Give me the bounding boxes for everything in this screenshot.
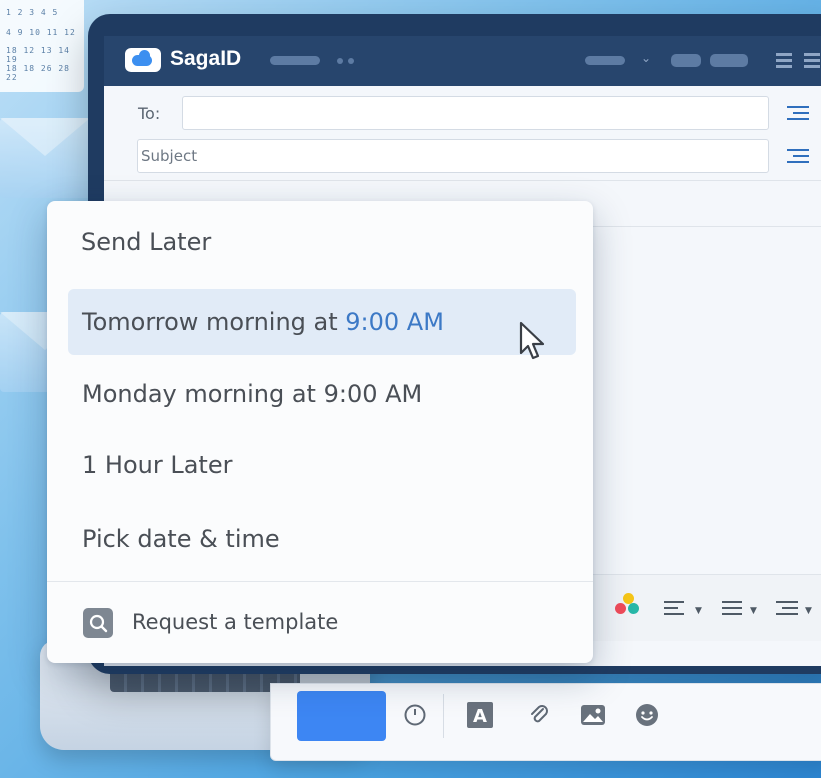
titlebar-placeholder: [270, 56, 320, 65]
attachment-icon[interactable]: [526, 702, 552, 728]
calendar-row: 18 18 26 28 22: [6, 64, 70, 82]
titlebar-button[interactable]: [710, 54, 748, 67]
subject-row: [104, 136, 821, 180]
titlebar-menu[interactable]: [585, 56, 625, 65]
request-template-button[interactable]: Request a template: [81, 605, 401, 641]
chevron-down-icon[interactable]: ⌄: [641, 51, 651, 65]
to-label: To:: [138, 104, 161, 123]
chevron-down-icon[interactable]: ▼: [805, 606, 812, 616]
menu-item-tomorrow-morning[interactable]: Tomorrow morning at 9:00 AM: [68, 289, 576, 355]
calendar-row: 1 2 3 4 5: [6, 8, 59, 17]
send-button[interactable]: [297, 691, 386, 741]
calendar-row: 18 12 13 14 19: [6, 46, 70, 64]
app-name: SagaID: [170, 47, 242, 70]
menu-item-label: Tomorrow morning at: [82, 308, 346, 336]
header-divider: [104, 180, 821, 181]
menu-item-one-hour-later[interactable]: 1 Hour Later: [68, 432, 576, 498]
titlebar-button[interactable]: [671, 54, 701, 67]
subject-input[interactable]: [137, 139, 769, 173]
menu-item-time: 9:00 AM: [345, 308, 444, 336]
subject-options-icon[interactable]: [787, 149, 809, 163]
text-color-icon[interactable]: [615, 593, 643, 619]
text-format-icon[interactable]: A: [467, 702, 493, 728]
emoji-icon[interactable]: [634, 702, 660, 728]
menu-title: Send Later: [81, 228, 212, 256]
menu-item-pick-date-time[interactable]: Pick date & time: [68, 506, 576, 572]
titlebar-dot: [337, 58, 343, 64]
background-calendar: 1 2 3 4 5 4 9 10 11 12 18 12 13 14 19 18…: [0, 0, 84, 92]
chevron-down-icon[interactable]: ▼: [750, 606, 757, 616]
calendar-row: 4 9 10 11 12: [6, 28, 76, 37]
search-icon: [83, 608, 113, 638]
align-icon[interactable]: [664, 601, 690, 617]
chevron-down-icon[interactable]: ▼: [695, 606, 702, 616]
titlebar-dot: [348, 58, 354, 64]
mouse-cursor-icon: [519, 321, 545, 360]
svg-text:A: A: [473, 706, 487, 727]
background-envelope-icon: [0, 118, 90, 198]
app-logo-icon: [125, 48, 161, 72]
indent-icon[interactable]: [776, 601, 802, 617]
to-row: To:: [104, 92, 821, 136]
image-icon[interactable]: [580, 702, 606, 728]
contacts-list-icon[interactable]: [787, 106, 809, 120]
menu-item-monday-morning[interactable]: Monday morning at 9:00 AM: [68, 361, 576, 427]
send-later-menu: Send Later Tomorrow morning at 9:00 AM M…: [47, 201, 593, 663]
menu-icon[interactable]: [776, 53, 792, 69]
grid-icon[interactable]: [804, 53, 820, 69]
clock-icon[interactable]: [402, 702, 428, 728]
to-input[interactable]: [182, 96, 769, 130]
menu-divider: [47, 581, 593, 582]
request-template-label: Request a template: [132, 610, 339, 634]
send-bar-divider: [443, 694, 444, 738]
list-icon[interactable]: [722, 601, 748, 617]
titlebar: SagaID ⌄: [104, 36, 821, 86]
